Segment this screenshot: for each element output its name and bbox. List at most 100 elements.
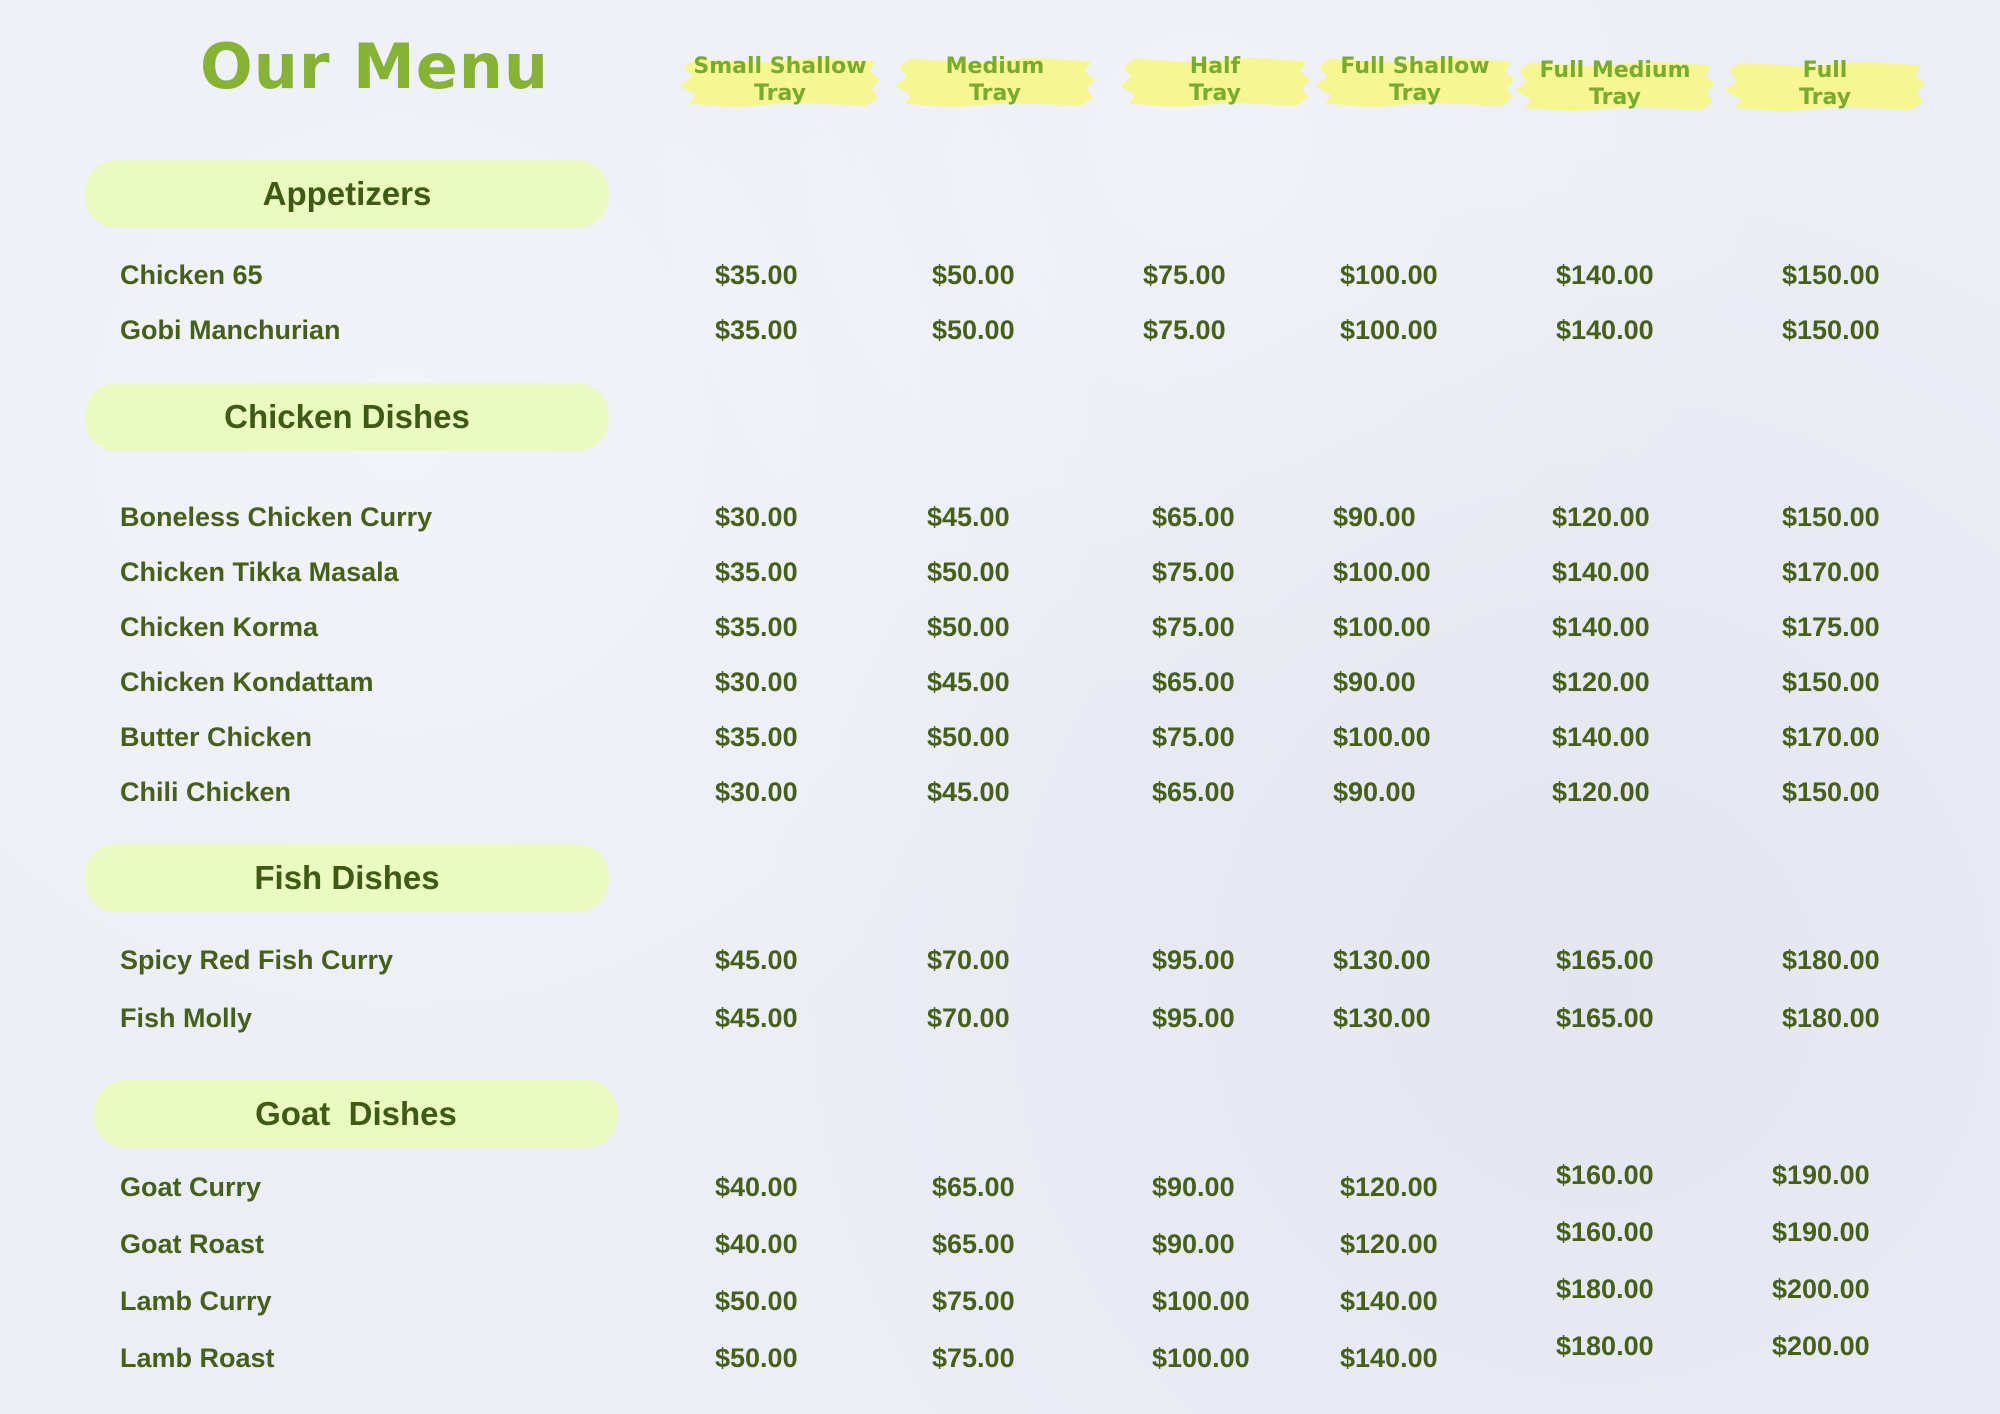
price-cell: $45.00: [715, 1003, 798, 1033]
menu-item-row: Goat Roast $40.00 $65.00 $90.00 $120.00 $160.…: [0, 1217, 2000, 1269]
section-title: Appetizers: [262, 175, 432, 212]
price-cell: $160.00: [1556, 1160, 1654, 1190]
price-cell: $140.00: [1552, 557, 1650, 587]
price-cell: $150.00: [1782, 502, 1880, 532]
price-cell: $120.00: [1552, 667, 1650, 697]
section-header: Appetizers: [85, 160, 609, 228]
menu-item-name: Boneless Chicken Curry: [120, 502, 433, 532]
menu-item-row: Chicken 65 $35.00 $50.00 $75.00 $100.00 $140.…: [0, 260, 2000, 300]
price-cell: $70.00: [927, 1003, 1010, 1033]
menu-item-name: Chicken Kondattam: [120, 667, 374, 697]
price-cell: $50.00: [927, 722, 1010, 752]
menu-item-name: Gobi Manchurian: [120, 315, 341, 345]
price-cell: $50.00: [715, 1286, 798, 1316]
price-cell: $95.00: [1152, 1003, 1235, 1033]
menu-item-row: Lamb Curry $50.00 $75.00 $100.00 $140.00 $180…: [0, 1274, 2000, 1326]
section-title: Chicken Dishes: [224, 398, 470, 435]
menu-item-name: Butter Chicken: [120, 722, 313, 752]
menu-item-row: Lamb Roast $50.00 $75.00 $100.00 $140.00 $180…: [0, 1331, 2000, 1383]
price-cell: $35.00: [715, 612, 798, 642]
price-cell: $150.00: [1782, 260, 1880, 290]
price-cell: $150.00: [1782, 667, 1880, 697]
column-header-small-shallow-tray: Small Shallow Tray: [680, 48, 880, 112]
price-cell: $40.00: [715, 1172, 798, 1202]
price-cell: $140.00: [1340, 1343, 1438, 1373]
price-cell: $180.00: [1556, 1331, 1654, 1361]
price-cell: $90.00: [1152, 1172, 1235, 1202]
price-cell: $100.00: [1333, 722, 1431, 752]
menu-item-name: Lamb Curry: [120, 1286, 272, 1316]
price-cell: $165.00: [1556, 945, 1654, 975]
price-cell: $140.00: [1552, 722, 1650, 752]
menu-item-name: Chicken 65: [120, 260, 263, 290]
price-cell: $170.00: [1782, 557, 1880, 587]
menu-item-name: Goat Curry: [120, 1172, 262, 1202]
price-cell: $35.00: [715, 315, 798, 345]
price-cell: $75.00: [932, 1286, 1015, 1316]
price-cell: $100.00: [1340, 315, 1438, 345]
section-title: Fish Dishes: [254, 859, 440, 896]
price-cell: $75.00: [1152, 612, 1235, 642]
price-cell: $120.00: [1552, 502, 1650, 532]
price-cell: $120.00: [1552, 777, 1650, 807]
price-cell: $190.00: [1772, 1160, 1870, 1190]
price-cell: $165.00: [1556, 1003, 1654, 1033]
menu-item-row: Butter Chicken $35.00 $50.00 $75.00 $100.00 $…: [0, 722, 2000, 762]
price-cell: $100.00: [1333, 557, 1431, 587]
menu-item-row: Chicken Kondattam $30.00 $45.00 $65.00 $90.0…: [0, 667, 2000, 707]
column-header-label: Small Shallow Tray: [693, 54, 867, 106]
price-cell: $120.00: [1340, 1229, 1438, 1259]
menu-item-row: Gobi Manchurian $35.00 $50.00 $75.00 $100.00…: [0, 315, 2000, 355]
menu-item-name: Goat Roast: [120, 1229, 265, 1259]
price-cell: $90.00: [1333, 777, 1416, 807]
price-cell: $120.00: [1340, 1172, 1438, 1202]
menu-item-name: Fish Molly: [120, 1003, 253, 1033]
price-cell: $180.00: [1782, 945, 1880, 975]
column-header-full-medium-tray: Full Medium Tray: [1515, 52, 1715, 116]
column-header-full-shallow-tray: Full Shallow Tray: [1315, 48, 1515, 112]
price-cell: $100.00: [1333, 612, 1431, 642]
menu-item-name: Chicken Korma: [120, 612, 319, 642]
price-cell: $140.00: [1340, 1286, 1438, 1316]
column-header-label: Half Tray: [1189, 54, 1241, 106]
price-cell: $45.00: [715, 945, 798, 975]
section-title: Goat Dishes: [255, 1095, 457, 1132]
price-cell: $180.00: [1782, 1003, 1880, 1033]
price-cell: $100.00: [1340, 260, 1438, 290]
price-cell: $30.00: [715, 777, 798, 807]
price-cell: $45.00: [927, 502, 1010, 532]
column-header-label: Full Medium Tray: [1539, 58, 1691, 110]
section-header: Chicken Dishes: [85, 383, 609, 451]
section-header: Fish Dishes: [85, 844, 609, 912]
price-cell: $35.00: [715, 722, 798, 752]
menu-item-row: Chicken Tikka Masala $35.00 $50.00 $75.00 $1…: [0, 557, 2000, 597]
price-cell: $65.00: [1152, 777, 1235, 807]
menu-item-name: Lamb Roast: [120, 1343, 275, 1373]
price-cell: $30.00: [715, 502, 798, 532]
price-cell: $200.00: [1772, 1274, 1870, 1304]
price-cell: $75.00: [1152, 722, 1235, 752]
menu-item-row: Spicy Red Fish Curry $45.00 $70.00 $95.00 $1…: [0, 945, 2000, 985]
column-header-half-tray: Half Tray: [1120, 48, 1310, 112]
price-cell: $190.00: [1772, 1217, 1870, 1247]
menu-item-name: Chicken Tikka Masala: [120, 557, 399, 587]
price-cell: $95.00: [1152, 945, 1235, 975]
price-cell: $65.00: [1152, 502, 1235, 532]
price-cell: $75.00: [1152, 557, 1235, 587]
price-cell: $90.00: [1333, 667, 1416, 697]
price-cell: $75.00: [1143, 315, 1226, 345]
price-cell: $45.00: [927, 777, 1010, 807]
price-cell: $170.00: [1782, 722, 1880, 752]
price-cell: $65.00: [932, 1172, 1015, 1202]
menu-item-row: Chicken Korma $35.00 $50.00 $75.00 $100.00 $1…: [0, 612, 2000, 652]
column-header-medium-tray: Medium Tray: [895, 48, 1095, 112]
price-cell: $45.00: [927, 667, 1010, 697]
price-cell: $50.00: [715, 1343, 798, 1373]
column-header-label: Full Tray: [1799, 58, 1851, 110]
section-header: Goat Dishes: [94, 1080, 618, 1148]
price-cell: $130.00: [1333, 1003, 1431, 1033]
price-cell: $150.00: [1782, 315, 1880, 345]
price-cell: $50.00: [932, 315, 1015, 345]
column-header-label: Medium Tray: [945, 54, 1045, 106]
column-header-label: Full Shallow Tray: [1340, 54, 1490, 106]
